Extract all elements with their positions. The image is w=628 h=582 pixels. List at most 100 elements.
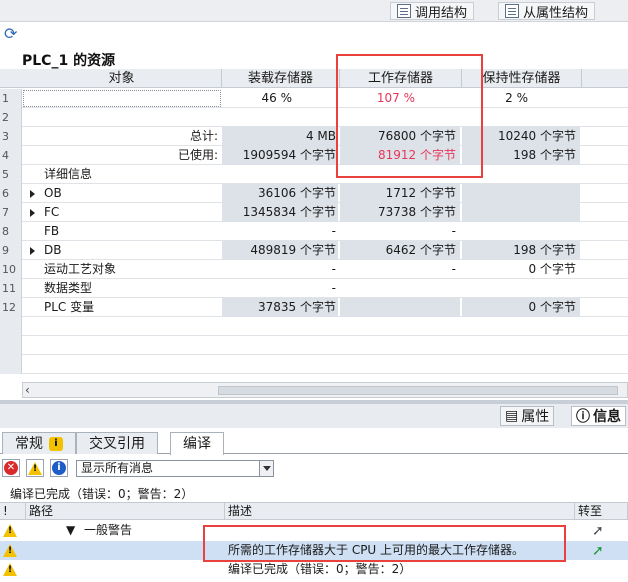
table-row [0, 317, 628, 336]
load-cell: 1909594 个字节 [222, 146, 338, 165]
row-number: 3 [0, 127, 22, 146]
row-label: 详细信息 [44, 167, 93, 181]
load-cell: 4 MB [222, 127, 338, 146]
expand-arrow-icon[interactable] [30, 209, 35, 217]
row-number: 12 [0, 298, 22, 317]
table-row[interactable]: 7 FC 1345834 个字节 73738 个字节 [0, 203, 628, 222]
call-structure-label: 调用结构 [415, 5, 468, 21]
row-label: 运动工艺对象 [44, 262, 117, 276]
row-number: 10 [0, 260, 22, 279]
load-cell: 489819 个字节 [222, 241, 338, 260]
table-row [0, 336, 628, 355]
info-badge-icon: i [49, 436, 63, 451]
table-row[interactable]: 10 运动工艺对象 - - 0 个字节 [0, 260, 628, 279]
properties-tab[interactable]: ▤ 属性 [500, 406, 555, 426]
tab-compile-label: 编译 [183, 436, 211, 452]
warning-icon [3, 524, 17, 537]
row-label: DB [44, 243, 62, 257]
tab-cross-reference-label: 交叉引用 [89, 435, 145, 452]
tab-compile[interactable]: 编译 [170, 432, 224, 455]
messages-header: ! 路径 描述 转至 [0, 502, 628, 520]
resource-table: 对象 装载存储器 工作存储器 保持性存储器 1 46 % 107 % 2 % 2… [0, 69, 628, 398]
dependency-structure-tab[interactable]: 从属性结构 [498, 2, 596, 21]
col-goto[interactable]: 转至 [575, 503, 628, 520]
filter-info-button[interactable]: i [50, 459, 68, 477]
dependency-structure-label: 从属性结构 [523, 5, 589, 21]
table-row[interactable]: 6 OB 36106 个字节 1712 个字节 [0, 184, 628, 203]
table-row[interactable]: 5 详细信息 [0, 165, 628, 184]
table-row[interactable]: 1 46 % 107 % 2 % [0, 89, 628, 108]
col-load-memory[interactable]: 装载存储器 [222, 69, 340, 88]
col-object[interactable]: 对象 [22, 69, 222, 88]
row-label: OB [44, 186, 62, 200]
work-cell [340, 298, 460, 317]
refresh-icon[interactable]: ⟳ [4, 26, 17, 42]
row-label: PLC 变量 [44, 300, 95, 314]
row-label: 总计: [189, 129, 218, 143]
highlight-box [203, 525, 566, 562]
filter-warnings-button[interactable] [26, 459, 44, 477]
inspector-tabs: ▤ 属性 ⓘ 信息 [0, 404, 628, 428]
table-header: 对象 装载存储器 工作存储器 保持性存储器 [0, 69, 628, 88]
info-icon: i [52, 461, 66, 475]
chevron-down-icon[interactable] [259, 461, 273, 476]
col-description[interactable]: 描述 [225, 503, 575, 520]
table-row[interactable]: 4 已使用: 1909594 个字节 81912 个字节 198 个字节 [0, 146, 628, 165]
table-row[interactable]: 11 数据类型 - [0, 279, 628, 298]
call-structure-tab[interactable]: 调用结构 [390, 2, 475, 21]
tab-general-label: 常规 [15, 435, 43, 452]
row-number: 11 [0, 279, 22, 298]
properties-tab-label: 属性 [521, 409, 550, 425]
load-cell: 1345834 个字节 [222, 203, 338, 222]
row-number: 4 [0, 146, 22, 165]
compile-status: 编译已完成（错误：0；警告：2） [10, 487, 194, 501]
tab-cross-reference[interactable]: 交叉引用 [76, 432, 158, 454]
goto-arrow-icon[interactable]: ➚ [592, 523, 604, 539]
table-row[interactable]: 9 DB 489819 个字节 6462 个字节 198 个字节 [0, 241, 628, 260]
expand-arrow-icon[interactable]: ▼ [66, 521, 75, 540]
info-subtabs: 常规 i 交叉引用 编译 [0, 430, 628, 455]
warning-icon [28, 461, 42, 475]
row-label [23, 90, 221, 107]
message-filter-bar: ✕ i 显示所有消息 [0, 456, 628, 480]
info-tab[interactable]: ⓘ 信息 [571, 406, 626, 426]
row-number: 1 [0, 89, 22, 108]
row-label: 已使用: [177, 148, 218, 162]
table-row[interactable]: 8 FB - - [0, 222, 628, 241]
retain-cell: 0 个字节 [462, 298, 580, 317]
table-row[interactable]: 3 总计: 4 MB 76800 个字节 10240 个字节 [0, 127, 628, 146]
table-row[interactable]: 2 [0, 108, 628, 127]
message-filter-select[interactable]: 显示所有消息 [76, 460, 274, 477]
row-number: 7 [0, 203, 22, 222]
scroll-left-icon[interactable]: ‹ [25, 383, 30, 397]
expand-arrow-icon[interactable] [30, 247, 35, 255]
row-label: FB [44, 224, 60, 238]
message-filter-value: 显示所有消息 [81, 461, 154, 475]
horizontal-scrollbar[interactable]: ‹ [22, 382, 628, 398]
table-row [0, 355, 628, 374]
retain-cell [462, 203, 580, 222]
row-number: 2 [0, 108, 22, 127]
info-tab-label: 信息 [593, 409, 621, 425]
load-cell: 46 % [261, 91, 293, 105]
load-cell: 37835 个字节 [222, 298, 338, 317]
retain-cell: 198 个字节 [462, 241, 580, 260]
load-cell: 36106 个字节 [222, 184, 338, 203]
scroll-thumb[interactable] [218, 386, 618, 395]
col-icon[interactable]: ! [0, 503, 26, 520]
table-row[interactable]: 12 PLC 变量 37835 个字节 0 个字节 [0, 298, 628, 317]
call-structure-icon [397, 4, 411, 18]
work-cell: - [451, 224, 456, 238]
error-icon: ✕ [4, 461, 18, 475]
tab-general[interactable]: 常规 i [2, 432, 76, 454]
work-cell: 1712 个字节 [340, 184, 460, 203]
col-path[interactable]: 路径 [26, 503, 225, 520]
expand-arrow-icon[interactable] [30, 190, 35, 198]
goto-arrow-icon[interactable]: ➚ [592, 543, 604, 559]
warning-icon [3, 544, 17, 557]
info-panel-icon: ⓘ [576, 409, 590, 425]
page-title: PLC_1 的资源 [22, 53, 116, 69]
highlight-box [336, 54, 483, 178]
message-row[interactable]: 编译已完成（错误：0；警告：2） [0, 560, 628, 579]
filter-errors-button[interactable]: ✕ [2, 459, 20, 477]
